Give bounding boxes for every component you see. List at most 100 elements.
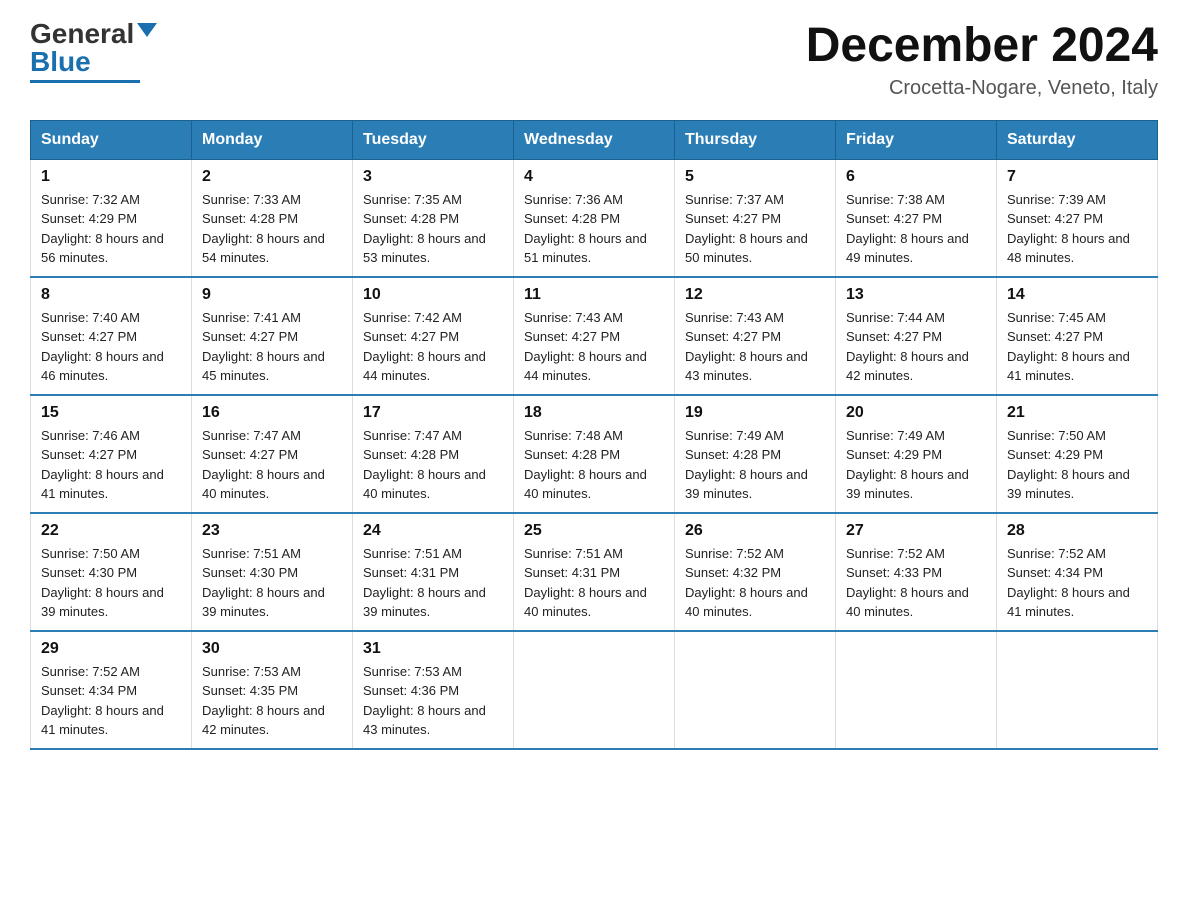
day-number: 2 bbox=[202, 168, 342, 186]
calendar-week-row: 22 Sunrise: 7:50 AMSunset: 4:30 PMDaylig… bbox=[31, 513, 1158, 631]
day-info: Sunrise: 7:41 AMSunset: 4:27 PMDaylight:… bbox=[202, 310, 325, 384]
day-info: Sunrise: 7:53 AMSunset: 4:36 PMDaylight:… bbox=[363, 664, 486, 738]
day-info: Sunrise: 7:32 AMSunset: 4:29 PMDaylight:… bbox=[41, 192, 164, 266]
calendar-cell: 13 Sunrise: 7:44 AMSunset: 4:27 PMDaylig… bbox=[836, 277, 997, 395]
day-info: Sunrise: 7:39 AMSunset: 4:27 PMDaylight:… bbox=[1007, 192, 1130, 266]
calendar-cell: 28 Sunrise: 7:52 AMSunset: 4:34 PMDaylig… bbox=[997, 513, 1158, 631]
calendar-cell: 25 Sunrise: 7:51 AMSunset: 4:31 PMDaylig… bbox=[514, 513, 675, 631]
day-number: 26 bbox=[685, 522, 825, 540]
day-number: 3 bbox=[363, 168, 503, 186]
calendar-cell: 24 Sunrise: 7:51 AMSunset: 4:31 PMDaylig… bbox=[353, 513, 514, 631]
calendar-cell: 19 Sunrise: 7:49 AMSunset: 4:28 PMDaylig… bbox=[675, 395, 836, 513]
calendar-cell: 2 Sunrise: 7:33 AMSunset: 4:28 PMDayligh… bbox=[192, 159, 353, 277]
day-number: 25 bbox=[524, 522, 664, 540]
calendar-cell: 6 Sunrise: 7:38 AMSunset: 4:27 PMDayligh… bbox=[836, 159, 997, 277]
day-info: Sunrise: 7:35 AMSunset: 4:28 PMDaylight:… bbox=[363, 192, 486, 266]
calendar-cell: 1 Sunrise: 7:32 AMSunset: 4:29 PMDayligh… bbox=[31, 159, 192, 277]
day-info: Sunrise: 7:47 AMSunset: 4:27 PMDaylight:… bbox=[202, 428, 325, 502]
day-info: Sunrise: 7:46 AMSunset: 4:27 PMDaylight:… bbox=[41, 428, 164, 502]
calendar-cell: 5 Sunrise: 7:37 AMSunset: 4:27 PMDayligh… bbox=[675, 159, 836, 277]
day-number: 4 bbox=[524, 168, 664, 186]
header-tuesday: Tuesday bbox=[353, 120, 514, 159]
day-number: 14 bbox=[1007, 286, 1147, 304]
day-number: 12 bbox=[685, 286, 825, 304]
day-info: Sunrise: 7:44 AMSunset: 4:27 PMDaylight:… bbox=[846, 310, 969, 384]
day-number: 5 bbox=[685, 168, 825, 186]
calendar-cell: 12 Sunrise: 7:43 AMSunset: 4:27 PMDaylig… bbox=[675, 277, 836, 395]
header-wednesday: Wednesday bbox=[514, 120, 675, 159]
day-number: 17 bbox=[363, 404, 503, 422]
day-number: 22 bbox=[41, 522, 181, 540]
day-info: Sunrise: 7:36 AMSunset: 4:28 PMDaylight:… bbox=[524, 192, 647, 266]
day-number: 16 bbox=[202, 404, 342, 422]
calendar-cell bbox=[836, 631, 997, 749]
calendar-cell: 21 Sunrise: 7:50 AMSunset: 4:29 PMDaylig… bbox=[997, 395, 1158, 513]
day-number: 1 bbox=[41, 168, 181, 186]
logo: General Blue bbox=[30, 20, 157, 83]
calendar-cell: 27 Sunrise: 7:52 AMSunset: 4:33 PMDaylig… bbox=[836, 513, 997, 631]
day-number: 11 bbox=[524, 286, 664, 304]
day-info: Sunrise: 7:51 AMSunset: 4:30 PMDaylight:… bbox=[202, 546, 325, 620]
calendar-cell: 14 Sunrise: 7:45 AMSunset: 4:27 PMDaylig… bbox=[997, 277, 1158, 395]
day-number: 10 bbox=[363, 286, 503, 304]
calendar-week-row: 29 Sunrise: 7:52 AMSunset: 4:34 PMDaylig… bbox=[31, 631, 1158, 749]
calendar-cell: 23 Sunrise: 7:51 AMSunset: 4:30 PMDaylig… bbox=[192, 513, 353, 631]
day-number: 21 bbox=[1007, 404, 1147, 422]
day-info: Sunrise: 7:50 AMSunset: 4:29 PMDaylight:… bbox=[1007, 428, 1130, 502]
day-number: 30 bbox=[202, 640, 342, 658]
day-info: Sunrise: 7:52 AMSunset: 4:34 PMDaylight:… bbox=[1007, 546, 1130, 620]
header-friday: Friday bbox=[836, 120, 997, 159]
calendar-header-row: SundayMondayTuesdayWednesdayThursdayFrid… bbox=[31, 120, 1158, 159]
day-info: Sunrise: 7:40 AMSunset: 4:27 PMDaylight:… bbox=[41, 310, 164, 384]
calendar-week-row: 8 Sunrise: 7:40 AMSunset: 4:27 PMDayligh… bbox=[31, 277, 1158, 395]
day-info: Sunrise: 7:38 AMSunset: 4:27 PMDaylight:… bbox=[846, 192, 969, 266]
day-number: 27 bbox=[846, 522, 986, 540]
calendar-cell: 20 Sunrise: 7:49 AMSunset: 4:29 PMDaylig… bbox=[836, 395, 997, 513]
day-info: Sunrise: 7:45 AMSunset: 4:27 PMDaylight:… bbox=[1007, 310, 1130, 384]
calendar-cell bbox=[514, 631, 675, 749]
day-info: Sunrise: 7:49 AMSunset: 4:29 PMDaylight:… bbox=[846, 428, 969, 502]
calendar-cell: 8 Sunrise: 7:40 AMSunset: 4:27 PMDayligh… bbox=[31, 277, 192, 395]
calendar-cell: 17 Sunrise: 7:47 AMSunset: 4:28 PMDaylig… bbox=[353, 395, 514, 513]
header-monday: Monday bbox=[192, 120, 353, 159]
day-info: Sunrise: 7:33 AMSunset: 4:28 PMDaylight:… bbox=[202, 192, 325, 266]
calendar-cell: 22 Sunrise: 7:50 AMSunset: 4:30 PMDaylig… bbox=[31, 513, 192, 631]
calendar-table: SundayMondayTuesdayWednesdayThursdayFrid… bbox=[30, 120, 1158, 750]
calendar-cell: 31 Sunrise: 7:53 AMSunset: 4:36 PMDaylig… bbox=[353, 631, 514, 749]
logo-blue-text: Blue bbox=[30, 48, 91, 76]
day-number: 20 bbox=[846, 404, 986, 422]
day-info: Sunrise: 7:51 AMSunset: 4:31 PMDaylight:… bbox=[363, 546, 486, 620]
calendar-cell: 26 Sunrise: 7:52 AMSunset: 4:32 PMDaylig… bbox=[675, 513, 836, 631]
header-thursday: Thursday bbox=[675, 120, 836, 159]
day-info: Sunrise: 7:42 AMSunset: 4:27 PMDaylight:… bbox=[363, 310, 486, 384]
day-number: 13 bbox=[846, 286, 986, 304]
calendar-cell: 11 Sunrise: 7:43 AMSunset: 4:27 PMDaylig… bbox=[514, 277, 675, 395]
calendar-cell: 10 Sunrise: 7:42 AMSunset: 4:27 PMDaylig… bbox=[353, 277, 514, 395]
day-number: 19 bbox=[685, 404, 825, 422]
calendar-cell bbox=[675, 631, 836, 749]
day-number: 23 bbox=[202, 522, 342, 540]
calendar-cell: 18 Sunrise: 7:48 AMSunset: 4:28 PMDaylig… bbox=[514, 395, 675, 513]
day-info: Sunrise: 7:37 AMSunset: 4:27 PMDaylight:… bbox=[685, 192, 808, 266]
title-block: December 2024 Crocetta-Nogare, Veneto, I… bbox=[806, 20, 1158, 100]
day-number: 31 bbox=[363, 640, 503, 658]
day-info: Sunrise: 7:52 AMSunset: 4:34 PMDaylight:… bbox=[41, 664, 164, 738]
day-number: 24 bbox=[363, 522, 503, 540]
calendar-cell: 30 Sunrise: 7:53 AMSunset: 4:35 PMDaylig… bbox=[192, 631, 353, 749]
calendar-cell: 15 Sunrise: 7:46 AMSunset: 4:27 PMDaylig… bbox=[31, 395, 192, 513]
day-info: Sunrise: 7:50 AMSunset: 4:30 PMDaylight:… bbox=[41, 546, 164, 620]
day-info: Sunrise: 7:53 AMSunset: 4:35 PMDaylight:… bbox=[202, 664, 325, 738]
day-info: Sunrise: 7:52 AMSunset: 4:33 PMDaylight:… bbox=[846, 546, 969, 620]
location-subtitle: Crocetta-Nogare, Veneto, Italy bbox=[806, 77, 1158, 100]
day-number: 8 bbox=[41, 286, 181, 304]
day-number: 9 bbox=[202, 286, 342, 304]
day-number: 6 bbox=[846, 168, 986, 186]
day-number: 28 bbox=[1007, 522, 1147, 540]
day-info: Sunrise: 7:43 AMSunset: 4:27 PMDaylight:… bbox=[685, 310, 808, 384]
calendar-cell bbox=[997, 631, 1158, 749]
header-sunday: Sunday bbox=[31, 120, 192, 159]
calendar-cell: 9 Sunrise: 7:41 AMSunset: 4:27 PMDayligh… bbox=[192, 277, 353, 395]
day-info: Sunrise: 7:48 AMSunset: 4:28 PMDaylight:… bbox=[524, 428, 647, 502]
day-number: 29 bbox=[41, 640, 181, 658]
day-number: 18 bbox=[524, 404, 664, 422]
